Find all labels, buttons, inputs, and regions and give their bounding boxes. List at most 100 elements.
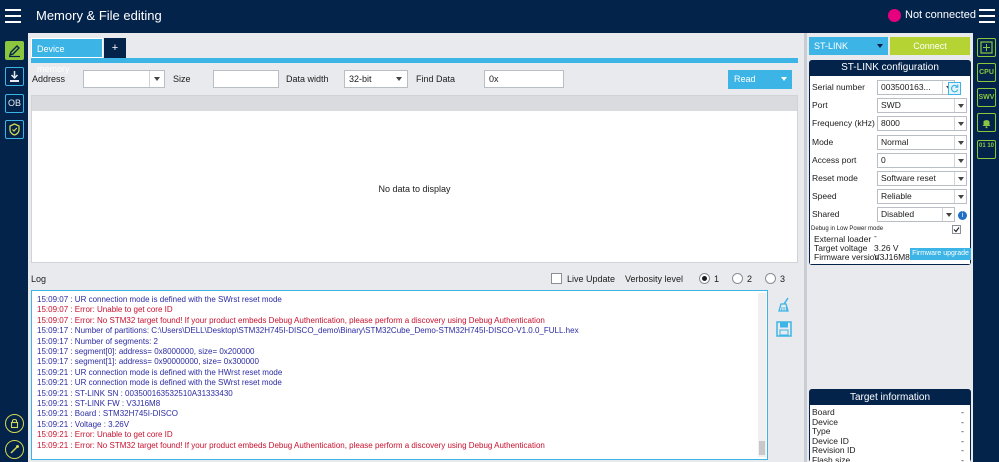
tab-underline [31,58,798,63]
live-update-checkbox[interactable] [551,273,562,284]
log-console[interactable]: 15:09:07 : UR connection mode is defined… [31,290,768,460]
chevron-down-icon[interactable] [873,37,888,55]
chevron-down-icon[interactable] [954,154,966,167]
address-label: Address [32,74,66,84]
verbosity-radio-2[interactable] [732,273,743,284]
shield-icon[interactable] [5,120,24,139]
chevron-down-icon[interactable] [954,172,966,185]
find-data-label: Find Data [416,74,456,84]
chevron-down-icon[interactable] [392,71,407,87]
port-select[interactable]: SWD [877,98,967,113]
chevron-down-icon[interactable] [954,136,966,149]
left-toolbar: OB [0,33,28,462]
tab-device-memory[interactable]: Device memory [31,38,103,74]
read-button[interactable]: Read [728,70,792,89]
target-info-row: Flash size - [812,455,968,462]
firmware-version-value: V3J16M8 [874,252,910,262]
save-log-icon[interactable] [775,320,793,338]
empty-state-text: No data to display [378,184,451,194]
target-information-panel: Target information Board - Device - Type - Dev… [809,389,971,462]
page-title: Memory & File editing [36,8,162,23]
chevron-down-icon[interactable] [954,117,966,130]
access-port-select[interactable]: 0 [877,153,967,168]
chevron-down-icon[interactable] [954,190,966,203]
target-info-row: Type - [812,426,968,436]
mode-select[interactable]: Normal [877,135,967,150]
interface-select[interactable]: ST-LINK [809,37,888,55]
chevron-down-icon[interactable] [942,208,954,221]
add-tab-button[interactable]: + [104,38,126,58]
log-lines: 15:09:07 : UR connection mode is defined… [37,295,755,451]
verbosity-radio-3[interactable] [765,273,776,284]
swv-icon[interactable]: SWV [977,88,996,107]
target-info-label: Device ID [812,435,849,446]
mode-label: Mode [812,137,834,147]
memory-data-grid[interactable]: No data to display [31,95,798,263]
target-info-label: Revision ID [812,445,856,455]
shared-select[interactable]: Disabled [877,207,955,222]
bell-icon[interactable] [977,113,996,132]
scrollbar-thumb[interactable] [759,441,765,455]
serial-number-select[interactable]: 003500163... [877,80,955,95]
target-info-row: Device - [812,417,968,427]
frequency-select[interactable]: 8000 [877,116,967,131]
verbosity-radio-1[interactable] [699,273,710,284]
swv-icon[interactable] [977,38,996,57]
data-width-select[interactable]: 32-bit [344,70,408,88]
mode-value: Normal [881,137,909,147]
log-line: 15:09:07 : UR connection mode is defined… [37,295,282,304]
binary-icon[interactable]: 01 10 [977,140,996,159]
reset-mode-value: Software reset [881,173,936,183]
chevron-down-icon[interactable] [777,70,792,89]
debug-low-power-checkbox[interactable] [952,225,961,234]
chevron-down-icon[interactable] [954,99,966,112]
log-line: 15:09:17 : Number of partitions: C:\User… [37,326,579,336]
firmware-version-label: Firmware version [814,252,880,262]
verbosity-option-1: 1 [714,274,720,284]
access-port-value: 0 [881,155,886,165]
find-data-input[interactable]: 0x [484,70,564,88]
edit-icon[interactable] [5,41,24,60]
data-width-value: 32-bit [349,74,372,84]
target-info-body: Board - Device - Type - Device ID - Revision ID -… [810,405,970,462]
frequency-label: Frequency (kHz) [812,118,875,128]
right-toolbar: CPU SWV 01 10 [973,33,999,462]
log-line: 15:09:21 : Error: Unable to get core ID [37,430,173,440]
port-value: SWD [881,100,901,110]
options-menu-icon[interactable] [979,9,995,23]
target-info-row: Device ID - [812,436,968,446]
cpu-icon[interactable]: CPU [977,63,996,82]
serial-number-label: Serial number [812,82,865,92]
connect-button[interactable]: Connect [890,37,970,55]
stlink-config-panel: ST-LINK configuration Serial number 0035… [809,60,971,265]
chevron-down-icon[interactable] [149,71,164,87]
target-info-value: - [961,445,964,455]
speed-select[interactable]: Reliable [877,189,967,204]
speed-value: Reliable [881,191,912,201]
reset-mode-select[interactable]: Software reset [877,171,967,186]
download-icon[interactable] [5,67,24,86]
ob-icon[interactable]: OB [5,94,24,113]
log-line: 15:09:07 : Error: Unable to get core ID [37,305,173,315]
log-line: 15:09:21 : ST-LINK FW : V3J16M8 [37,399,161,409]
log-line: 15:09:17 : segment[0]: address= 0x800000… [37,347,255,357]
info-icon[interactable]: i [958,211,967,220]
interface-value: ST-LINK [814,41,849,51]
log-line: 15:09:21 : Board : STM32H745I-DISCO [37,409,178,419]
external-loader-value: - [874,231,877,241]
address-combo[interactable] [83,70,165,88]
log-title: Log [31,274,47,284]
refresh-icon[interactable] [948,82,961,95]
clear-log-icon[interactable] [775,296,793,314]
menu-icon[interactable] [5,9,21,23]
size-input[interactable] [213,70,279,88]
target-info-row: Board - [812,407,968,417]
shared-value: Disabled [881,209,915,219]
probe-icon[interactable] [5,440,24,459]
size-label: Size [173,74,191,84]
security-icon[interactable] [5,414,24,433]
firmware-upgrade-button[interactable]: Firmware upgrade [910,248,971,260]
serial-number-value: 003500163... [881,82,931,92]
connection-status: Not connected [905,9,976,21]
log-scrollbar[interactable] [758,293,766,457]
